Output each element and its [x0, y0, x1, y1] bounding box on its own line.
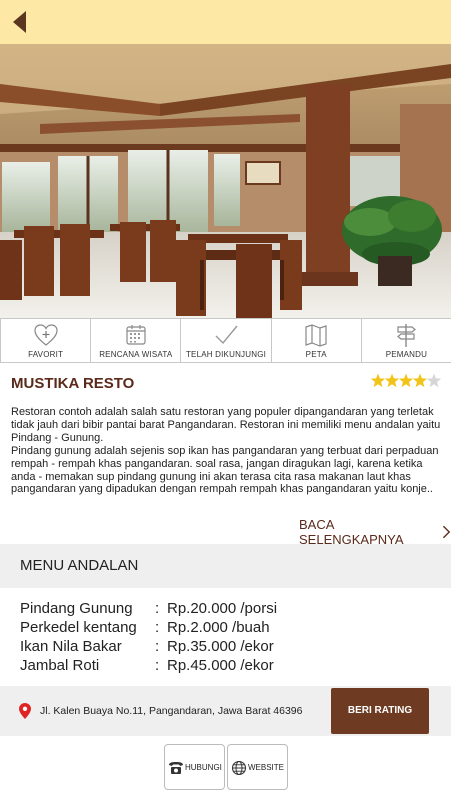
menu-item-name: Ikan Nila Bakar [20, 638, 122, 655]
signpost-icon [393, 322, 419, 348]
menu-section-header: MENU ANDALAN [0, 544, 451, 588]
menu-item-price: Rp.2.000 /buah [167, 619, 270, 636]
menu-item-price: Rp.45.000 /ekor [167, 657, 274, 674]
menu-item-separator: : [155, 600, 160, 617]
map-label: PETA [305, 350, 327, 359]
menu-item-separator: : [155, 638, 160, 655]
menu-item-name: Perkedel kentang [20, 619, 137, 636]
chevron-right-icon [443, 525, 451, 539]
map-icon [303, 322, 329, 348]
star-icon[interactable] [426, 373, 441, 388]
visited-button[interactable]: TELAH DIKUNJUNGI [180, 318, 272, 363]
star-icon[interactable] [371, 373, 386, 388]
telephone-icon [169, 762, 183, 774]
rating-stars[interactable] [371, 372, 441, 390]
calendar-icon [123, 322, 149, 348]
menu-item-separator: : [155, 657, 160, 674]
menu-list: Pindang Gunung : Rp.20.000 /porsi Perked… [20, 600, 440, 676]
star-icon[interactable] [398, 373, 414, 388]
favorite-button[interactable]: FAVORIT [0, 318, 92, 363]
call-label: HUBUNGI [185, 763, 222, 772]
guide-label: PEMANDU [385, 350, 428, 359]
call-button[interactable]: HUBUNGI [164, 744, 225, 790]
website-label: WEBSITE [248, 763, 285, 772]
heart-plus-icon [33, 322, 59, 348]
location-pin-icon [19, 703, 31, 719]
website-button[interactable]: WEBSITE [227, 744, 288, 790]
place-title: MUSTIKA RESTO [11, 375, 135, 392]
favorite-label: FAVORIT [28, 350, 64, 359]
address-text: Jl. Kalen Buaya No.11, Pangandaran, Jawa… [40, 705, 303, 717]
top-bar [0, 0, 451, 44]
trip-plan-label: RENCANA WISATA [99, 350, 173, 359]
action-bar: FAVORIT RENCANA WISATA TELAH DIKUNJUNGI … [0, 318, 451, 363]
star-icon[interactable] [384, 373, 400, 388]
menu-item-price: Rp.20.000 /porsi [167, 600, 278, 617]
restaurant-photo [0, 44, 451, 318]
menu-section-title: MENU ANDALAN [20, 557, 139, 574]
description-paragraph: Restoran contoh adalah salah satu restor… [11, 406, 441, 444]
back-arrow-icon[interactable] [6, 8, 32, 36]
menu-item-name: Jambal Roti [20, 657, 100, 674]
star-icon[interactable] [412, 373, 428, 388]
place-description: Restoran contoh adalah salah satu restor… [11, 406, 441, 496]
menu-item-price: Rp.35.000 /ekor [167, 638, 274, 655]
map-button[interactable]: PETA [270, 318, 362, 363]
menu-item: Jambal Roti : Rp.45.000 /ekor [20, 657, 440, 676]
give-rating-button[interactable]: BERI RATING [331, 688, 429, 734]
globe-icon [231, 760, 247, 776]
read-more-link[interactable]: BACA SELENGKAPNYA [299, 517, 451, 547]
menu-item: Perkedel kentang : Rp.2.000 /buah [20, 619, 440, 638]
menu-item-separator: : [155, 619, 160, 636]
menu-item: Pindang Gunung : Rp.20.000 /porsi [20, 600, 440, 619]
trip-plan-button[interactable]: RENCANA WISATA [90, 318, 182, 363]
guide-button[interactable]: PEMANDU [360, 318, 451, 363]
menu-item-name: Pindang Gunung [20, 600, 133, 617]
checkmark-icon [213, 322, 239, 348]
address-bar: Jl. Kalen Buaya No.11, Pangandaran, Jawa… [0, 686, 451, 736]
menu-item: Ikan Nila Bakar : Rp.35.000 /ekor [20, 638, 440, 657]
read-more-label: BACA SELENGKAPNYA [299, 517, 404, 547]
description-paragraph: Pindang gunung adalah sejenis sop ikan h… [11, 444, 439, 496]
visited-label: TELAH DIKUNJUNGI [185, 350, 267, 359]
